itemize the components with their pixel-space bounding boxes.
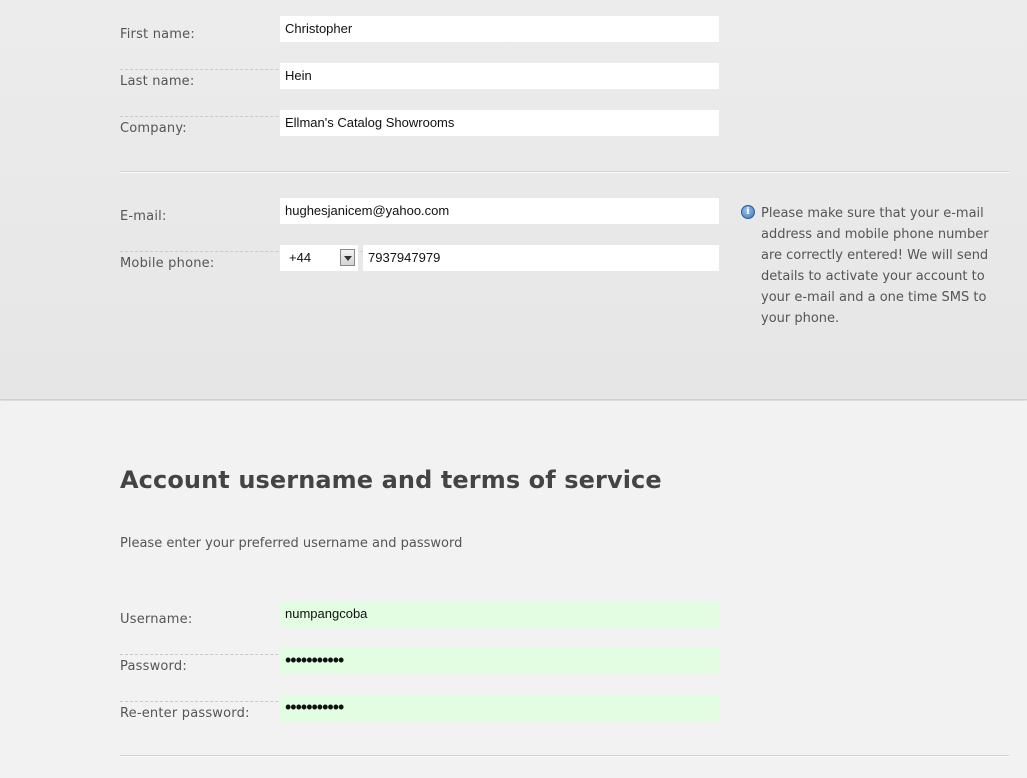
company-input[interactable]: Ellman's Catalog Showrooms — [280, 110, 719, 136]
info-note: Please make sure that your e-mail addres… — [761, 206, 989, 326]
email-input[interactable]: hughesjanicem@yahoo.com — [280, 198, 719, 224]
reenter-password-input[interactable]: ••••••••••• — [280, 695, 719, 721]
country-code-select[interactable]: +44 — [280, 245, 358, 271]
last-name-label: Last name: — [120, 74, 195, 89]
page-title: Account username and terms of service — [120, 466, 662, 494]
email-label: E-mail: — [120, 209, 167, 224]
company-label: Company: — [120, 121, 187, 136]
info-icon: i — [741, 205, 755, 219]
first-name-label: First name: — [120, 27, 195, 42]
divider — [120, 755, 1009, 756]
chevron-down-icon[interactable] — [340, 249, 355, 266]
section-instructions: Please enter your preferred username and… — [120, 536, 463, 551]
mobile-phone-row: Mobile phone: +44 7937947979 — [120, 245, 719, 299]
last-name-input[interactable]: Hein — [280, 63, 719, 89]
divider — [120, 171, 1009, 172]
country-code-value: +44 — [289, 250, 312, 265]
password-label: Password: — [120, 659, 187, 674]
mobile-phone-input[interactable]: 7937947979 — [363, 245, 719, 271]
username-input[interactable]: numpangcoba — [280, 601, 719, 627]
username-label: Username: — [120, 612, 193, 627]
mobile-phone-label: Mobile phone: — [120, 256, 215, 271]
first-name-input[interactable]: Christopher — [280, 16, 719, 42]
password-input[interactable]: ••••••••••• — [280, 648, 719, 674]
reenter-password-row: Re-enter password: ••••••••••• — [120, 695, 719, 749]
reenter-password-label: Re-enter password: — [120, 706, 250, 721]
company-row: Company: Ellman's Catalog Showrooms — [120, 110, 719, 164]
